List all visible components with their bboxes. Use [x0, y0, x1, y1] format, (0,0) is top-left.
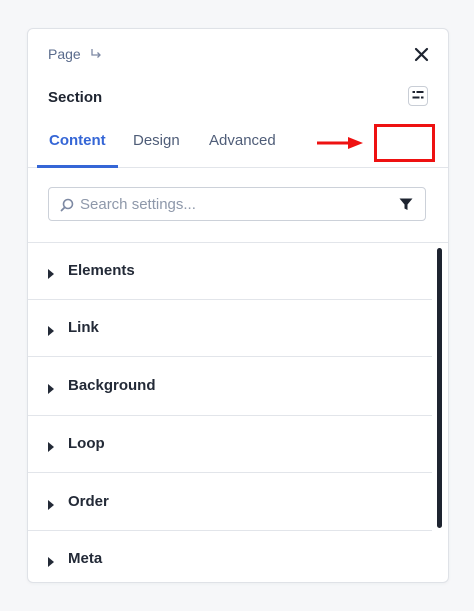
section-item-label: Background — [68, 377, 156, 394]
caret-right-icon — [48, 554, 54, 572]
section-item-label: Link — [68, 319, 99, 336]
layout-toggle-icon — [412, 87, 424, 105]
section-item-label: Order — [68, 493, 109, 510]
search-input[interactable] — [80, 188, 380, 220]
breadcrumb[interactable]: Page — [48, 46, 102, 62]
section-item-meta[interactable]: Meta — [28, 531, 432, 582]
close-icon[interactable] — [414, 47, 429, 62]
caret-right-icon — [48, 266, 54, 284]
search-icon — [60, 198, 74, 217]
search-box — [48, 187, 426, 221]
section-item-label: Elements — [68, 262, 135, 279]
caret-right-icon — [48, 323, 54, 341]
section-item-background[interactable]: Background — [28, 357, 432, 416]
section-item-order[interactable]: Order — [28, 473, 432, 531]
settings-panel: Page Section Content Design Advanced Sea… — [27, 28, 449, 583]
settings-section-list: Elements Link Background Loop Order Meta — [28, 243, 432, 582]
tab-advanced[interactable]: Advanced — [209, 125, 276, 167]
caret-right-icon — [48, 497, 54, 515]
annotation-highlight-box — [374, 124, 435, 162]
annotation-arrow — [316, 135, 366, 156]
return-arrow-icon — [90, 48, 102, 60]
section-item-elements[interactable]: Elements — [28, 243, 432, 300]
section-item-label: Loop — [68, 435, 105, 452]
caret-right-icon — [48, 439, 54, 457]
scrollbar[interactable] — [437, 248, 442, 528]
breadcrumb-label[interactable]: Page — [48, 46, 81, 62]
section-item-label: Meta — [68, 550, 103, 567]
tab-design[interactable]: Design — [133, 125, 180, 167]
caret-right-icon — [48, 381, 54, 399]
section-item-link[interactable]: Link — [28, 300, 432, 357]
section-item-loop[interactable]: Loop — [28, 416, 432, 473]
page-title: Section — [48, 89, 103, 106]
filter-icon[interactable] — [399, 198, 413, 216]
layout-toggle-button[interactable] — [408, 86, 428, 106]
tab-content[interactable]: Content — [37, 125, 118, 168]
